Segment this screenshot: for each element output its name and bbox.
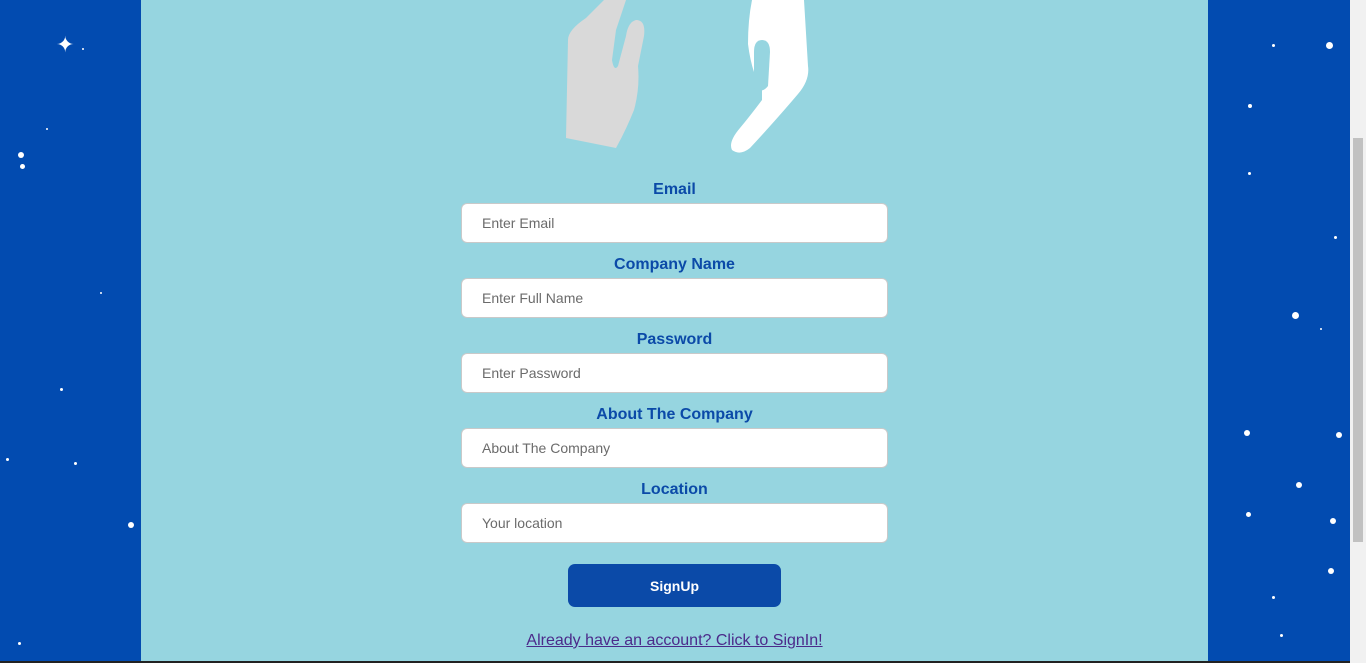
star-dot (1336, 432, 1342, 438)
star-dot (1296, 482, 1302, 488)
star-dot (100, 292, 102, 294)
star-dot (74, 462, 77, 465)
star-dot (82, 48, 84, 50)
star-dot (1328, 568, 1334, 574)
password-label: Password (636, 331, 713, 348)
star-dot (1330, 518, 1336, 524)
star-dot (1246, 512, 1251, 517)
star-dot (20, 164, 25, 169)
signup-form: Email Company Name Password About The Co… (461, 177, 888, 552)
star-dot (18, 152, 24, 158)
star-dot (1272, 44, 1275, 47)
star-dot (1280, 634, 1283, 637)
star-dot (1292, 312, 1299, 319)
password-field[interactable] (461, 353, 888, 393)
star-dot (1334, 236, 1337, 239)
about-company-field[interactable] (461, 428, 888, 468)
star-dot (1248, 104, 1252, 108)
company-name-label: Company Name (614, 256, 735, 273)
email-label: Email (653, 181, 696, 198)
star-dot (18, 642, 21, 645)
star-dot (128, 522, 134, 528)
email-field[interactable] (461, 203, 888, 243)
star-dot (1320, 328, 1322, 330)
vertical-scrollbar[interactable] (1350, 0, 1366, 663)
location-field[interactable] (461, 503, 888, 543)
scrollbar-thumb[interactable] (1353, 138, 1363, 542)
star-dot (1244, 430, 1250, 436)
company-name-field[interactable] (461, 278, 888, 318)
star-dot (1326, 42, 1333, 49)
sparkle-icon: ✦ (56, 32, 75, 57)
location-label: Location (641, 481, 708, 498)
star-dot (46, 128, 48, 130)
signup-button[interactable]: SignUp (568, 564, 781, 607)
star-dot (1272, 596, 1275, 599)
reaching-hands-icon (566, 0, 809, 153)
star-dot (60, 388, 63, 391)
signin-link[interactable]: Already have an account? Click to SignIn… (141, 632, 1208, 650)
star-dot (1248, 172, 1251, 175)
signup-panel: Email Company Name Password About The Co… (141, 0, 1208, 661)
about-company-label: About The Company (596, 406, 753, 423)
star-dot (6, 458, 9, 461)
